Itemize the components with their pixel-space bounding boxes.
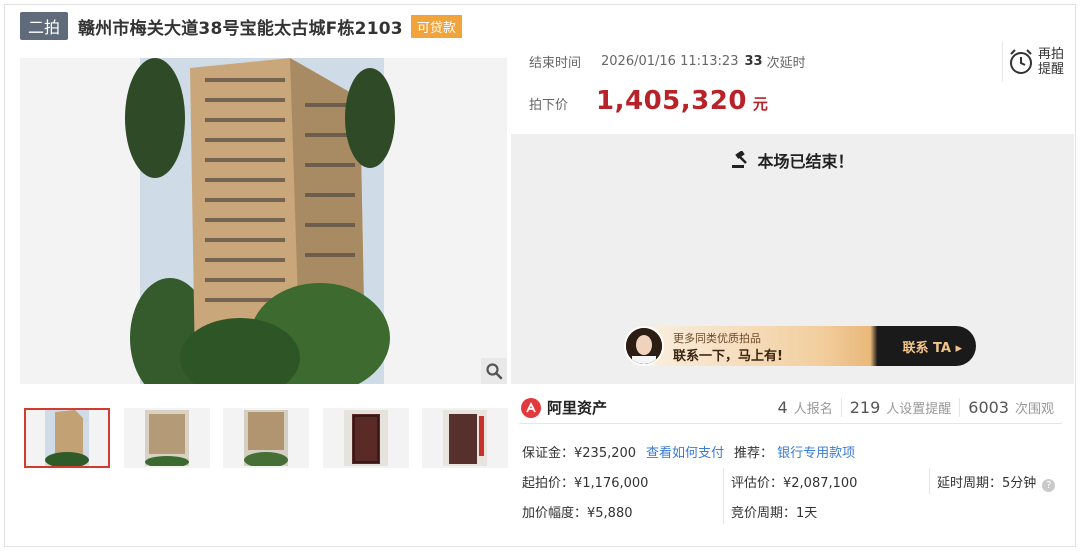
agent-avatar [624,326,664,366]
how-to-pay-link[interactable]: 查看如何支付 [646,442,724,461]
building-thumb [45,410,89,466]
platform-brand[interactable]: 阿里资产 [521,397,607,418]
ended-status: 本场已结束！ [757,152,854,171]
ali-assets-logo-icon [521,397,541,418]
final-price-row: 拍下价 1,405,320 元 [529,86,768,116]
thumbnail-3[interactable] [223,408,309,468]
loan-badge: 可贷款 [410,14,462,38]
bid-increment: 加价幅度：¥5,880 [522,506,633,521]
building-thumb [244,410,288,466]
auction-info: 结束时间 2026/01/16 11:13:23 33 次延时 拍下价 1,40… [507,38,1070,132]
gavel-icon [732,151,748,168]
appraisal-price: 评估价：¥2,087,100 [731,476,858,491]
end-time-value: 2026/01/16 11:13:23 [601,54,739,69]
promo-subtitle: 更多同类优质拍品 [673,332,761,345]
delay-period: 延时周期：5分钟? [937,472,1056,492]
signup-count: 4 [777,398,788,417]
ended-message: 本场已结束！ [511,148,1074,172]
contact-promo-banner[interactable]: 更多同类优质拍品 联系一下，马上有! 联系 TA ▸ [624,326,976,366]
zoom-button[interactable] [481,358,507,384]
end-time-label: 结束时间 [529,56,582,71]
signup-label: 人报名 [793,402,833,417]
reminder-count: 219 [849,398,881,417]
bank-payment-link[interactable]: 银行专用款项 [777,442,855,461]
thumbnail-1[interactable] [24,408,110,468]
platform-row: 阿里资产 4 人报名 219 人设置提醒 6003 次围观 [519,394,1062,424]
view-stat: 6003 次围观 [959,398,1062,417]
platform-name: 阿里资产 [547,399,608,417]
door-thumb [344,410,388,466]
thumbnail-4[interactable] [323,408,409,468]
extend-suffix: 次延时 [766,56,806,71]
contact-ta-button[interactable]: 联系 TA ▸ [903,337,963,356]
promo-headline: 联系一下，马上有! [673,349,783,364]
agent-portrait [626,328,662,364]
alarm-clock-icon [1010,49,1032,74]
final-price: 1,405,320 [596,86,747,116]
door-thumb [443,410,487,466]
page-title: 赣州市梅关大道38号宝能太古城F栋2103 [78,18,403,39]
main-photo[interactable] [20,58,507,384]
final-price-label: 拍下价 [529,98,569,113]
view-label: 次围观 [1014,402,1054,417]
reauction-remind-button[interactable]: 再拍 提醒 [1002,42,1066,82]
view-count: 6003 [968,398,1009,417]
reminder-label: 人设置提醒 [886,402,952,417]
auction-ended-panel: 本场已结束！ 更多同类优质拍品 联系一下，马上有! 联系 TA ▸ [511,134,1074,384]
building-photo [125,58,395,384]
remind-label: 再拍 提醒 [1038,47,1065,77]
bid-period: 竞价周期：1天 [731,506,818,521]
page-header: 二拍 赣州市梅关大道38号宝能太古城F栋2103 可贷款 [20,12,462,40]
round-badge: 二拍 [20,12,69,40]
thumbnail-2[interactable] [124,408,210,468]
start-price: 起拍价：¥1,176,000 [522,476,649,491]
deposit: 保证金：¥235,200 [522,446,637,461]
divider [929,468,930,494]
divider [723,468,724,524]
magnifier-icon [486,363,503,380]
signup-stat: 4 人报名 [770,398,841,417]
recommend-label: 推荐： [734,446,774,461]
auction-stats: 4 人报名 219 人设置提醒 6003 次围观 [770,398,1063,417]
reminder-stat: 219 人设置提醒 [840,398,960,417]
end-time-row: 结束时间 2026/01/16 11:13:23 33 次延时 [529,52,806,71]
extend-count: 33 [744,54,763,69]
thumbnail-strip [20,408,508,470]
help-icon[interactable]: ? [1042,479,1056,492]
deposit-row: 保证金：¥235,200 查看如何支付 推荐： 银行专用款项 [522,442,855,461]
price-unit: 元 [752,95,768,113]
thumbnail-5[interactable] [422,408,508,468]
building-thumb [145,410,189,466]
